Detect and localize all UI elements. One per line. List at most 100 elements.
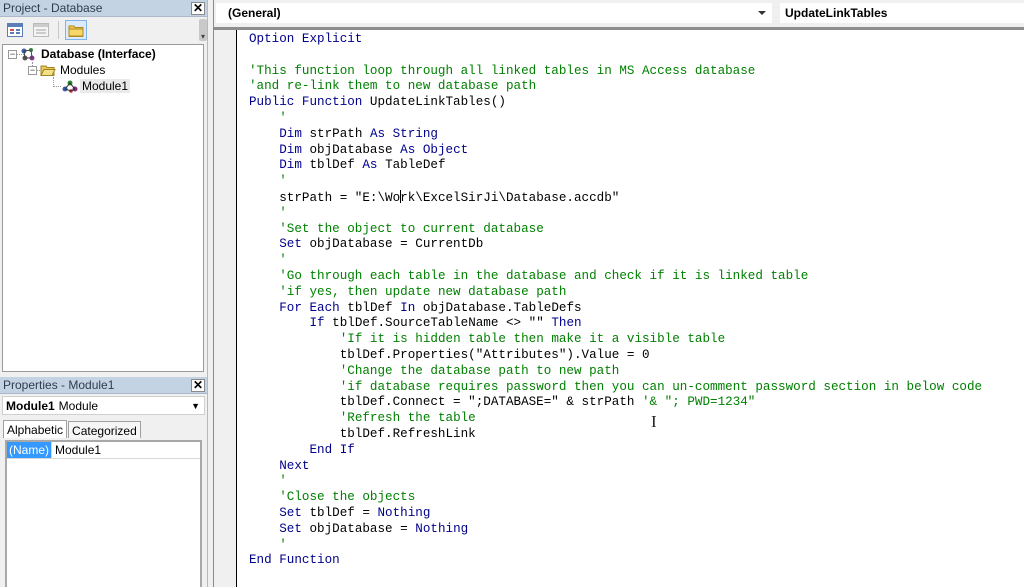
code-text-token: TableDef xyxy=(385,158,446,173)
properties-pane-title-bar[interactable]: Properties - Module1 ✕ xyxy=(0,377,207,394)
code-line[interactable]: ' xyxy=(249,253,1024,269)
chevron-down-icon[interactable] xyxy=(758,11,766,15)
code-comment: ' xyxy=(279,537,287,552)
code-line[interactable]: Set objDatabase = CurrentDb xyxy=(249,237,1024,253)
tree-item-modules[interactable]: − Modules xyxy=(28,62,107,78)
code-line[interactable]: ' xyxy=(249,206,1024,222)
code-comment: 'Go through each table in the database a… xyxy=(279,268,809,283)
code-keyword: Public Function xyxy=(249,95,370,110)
code-line[interactable]: tblDef.Properties("Attributes").Value = … xyxy=(249,348,1024,364)
code-text-token: objDatabase = xyxy=(309,521,416,536)
collapse-icon[interactable]: − xyxy=(8,49,17,59)
code-line[interactable]: strPath = "E:\Work\ExcelSirJi\Database.a… xyxy=(249,189,1024,206)
object-combobox[interactable]: (General) xyxy=(216,3,772,23)
code-line[interactable]: 'Refresh the table xyxy=(249,411,1024,427)
code-line[interactable]: Dim strPath As String xyxy=(249,127,1024,143)
tab-alphabetic[interactable]: Alphabetic xyxy=(3,420,68,438)
code-line[interactable]: 'If it is hidden table then make it a vi… xyxy=(249,332,1024,348)
code-keyword: Set xyxy=(279,237,310,252)
code-line[interactable]: Public Function UpdateLinkTables() xyxy=(249,95,1024,111)
code-keyword: As String xyxy=(369,126,438,141)
object-name: Module1 xyxy=(6,398,55,413)
code-comment: 'Refresh the table xyxy=(339,411,476,426)
code-line[interactable]: 'This function loop through all linked t… xyxy=(249,64,1024,80)
code-text-token: tblDef.RefreshLink xyxy=(249,426,476,441)
code-line[interactable]: For Each tblDef In objDatabase.TableDefs xyxy=(249,301,1024,317)
code-keyword: Set xyxy=(279,521,310,536)
procedure-combobox[interactable]: UpdateLinkTables xyxy=(780,3,1024,23)
code-keyword: For Each xyxy=(279,300,348,315)
collapse-icon[interactable]: − xyxy=(28,65,37,75)
folder-open-icon xyxy=(40,65,56,76)
code-text-token: tblDef.Properties("Attributes").Value = … xyxy=(249,347,650,362)
code-line[interactable]: ' xyxy=(249,111,1024,127)
toolbar-overflow-button[interactable]: ▾ xyxy=(199,19,207,41)
code-comment: 'This function loop through all linked t… xyxy=(249,63,756,78)
close-properties-pane-button[interactable]: ✕ xyxy=(191,378,205,392)
chevron-down-icon: ▼ xyxy=(191,400,200,411)
code-line[interactable]: 'if database requires password then you … xyxy=(249,380,1024,396)
pane-splitter[interactable] xyxy=(207,0,214,587)
code-line[interactable]: ' xyxy=(249,538,1024,554)
code-comment: ' xyxy=(279,474,287,489)
code-text-token: tblDef xyxy=(309,158,363,173)
code-line[interactable]: Dim tblDef As TableDef xyxy=(249,158,1024,174)
code-line[interactable]: 'and re-link them to new database path xyxy=(249,79,1024,95)
code-line[interactable]: 'Go through each table in the database a… xyxy=(249,269,1024,285)
code-keyword: If xyxy=(309,316,333,331)
code-keyword: End If xyxy=(309,442,355,457)
code-line[interactable]: Option Explicit xyxy=(249,32,1024,48)
code-comment: ' xyxy=(279,205,287,220)
code-line[interactable]: 'Change the database path to new path xyxy=(249,364,1024,380)
code-line[interactable]: 'Set the object to current database xyxy=(249,222,1024,238)
close-project-pane-button[interactable]: ✕ xyxy=(191,1,205,15)
code-editor[interactable]: Option Explicit 'This function loop thro… xyxy=(214,30,1024,587)
view-code-button[interactable] xyxy=(30,20,52,40)
code-line[interactable]: ' xyxy=(249,474,1024,490)
code-line[interactable]: End Function xyxy=(249,553,1024,569)
tree-label: Database (Interface) xyxy=(41,47,156,61)
tree-item-module1[interactable]: Module1 xyxy=(61,78,131,94)
code-window-header: (General) UpdateLinkTables xyxy=(214,0,1024,30)
code-line[interactable]: If tblDef.SourceTableName <> "" Then xyxy=(249,316,1024,332)
tree-label: Modules xyxy=(60,63,106,77)
code-text-token: UpdateLinkTables() xyxy=(369,95,506,110)
code-text[interactable]: Option Explicit 'This function loop thro… xyxy=(249,32,1024,569)
code-line[interactable] xyxy=(249,48,1024,64)
property-row[interactable]: (Name) Module1 xyxy=(7,442,200,459)
property-name: (Name) xyxy=(7,442,52,458)
code-line[interactable]: tblDef.RefreshLink xyxy=(249,427,1024,443)
margin-indicator-bar[interactable] xyxy=(214,30,237,587)
code-line[interactable]: End If xyxy=(249,443,1024,459)
property-value[interactable]: Module1 xyxy=(51,442,101,458)
code-text-token: tblDef.Connect = ";DATABASE=" & strPath xyxy=(249,395,642,410)
code-line[interactable]: Dim objDatabase As Object xyxy=(249,143,1024,159)
toggle-folders-button[interactable] xyxy=(65,20,87,40)
code-text-token: tblDef.SourceTableName <> "" xyxy=(332,316,552,331)
view-object-button[interactable] xyxy=(4,20,26,40)
code-line[interactable]: Set tblDef = Nothing xyxy=(249,506,1024,522)
project-pane-title-bar[interactable]: Project - Database ✕ xyxy=(0,0,207,17)
project-tree: − Database (Interface) − Modules Module1 xyxy=(2,44,204,372)
object-selector-dropdown[interactable]: Module1 Module ▼ xyxy=(2,396,205,415)
code-line[interactable]: tblDef.Connect = ";DATABASE=" & strPath … xyxy=(249,395,1024,411)
code-line[interactable]: 'if yes, then update new database path xyxy=(249,285,1024,301)
tree-item-database[interactable]: − Database (Interface) xyxy=(8,46,158,62)
chevron-down-icon: ▾ xyxy=(200,32,205,41)
code-keyword: As Object xyxy=(400,142,469,157)
project-toolbar: ▾ xyxy=(0,17,207,43)
properties-pane: Properties - Module1 ✕ Module1 Module ▼ A… xyxy=(0,377,207,587)
code-line[interactable]: ' xyxy=(249,174,1024,190)
code-line[interactable]: Next xyxy=(249,459,1024,475)
code-line[interactable]: Set objDatabase = Nothing xyxy=(249,522,1024,538)
tab-categorized[interactable]: Categorized xyxy=(68,421,141,438)
code-line[interactable]: 'Close the objects xyxy=(249,490,1024,506)
